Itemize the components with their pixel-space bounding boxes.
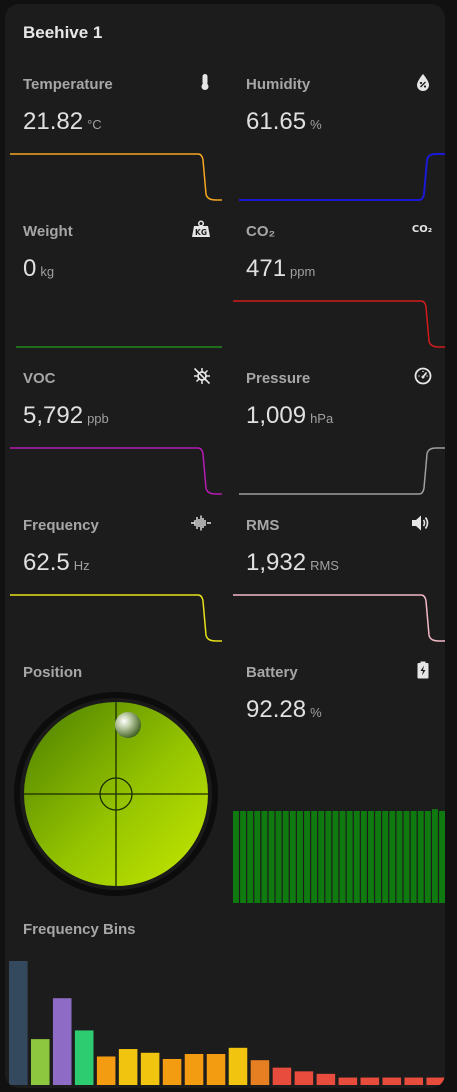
tile-name: Position	[23, 664, 83, 681]
frequency-bin-bar	[316, 1073, 336, 1085]
frequency-bin-bar	[162, 1058, 182, 1085]
tile-name: Humidity	[246, 76, 311, 93]
battery-history-bar	[403, 811, 410, 903]
battery-history-bar	[233, 811, 239, 903]
frequency-bin-bar	[118, 1049, 138, 1085]
frequency-bin-bar	[30, 1039, 50, 1085]
frequency-bin-bar	[74, 1030, 94, 1085]
tile-value: 1,009 hPa	[246, 402, 334, 429]
tile-name: CO₂	[246, 223, 276, 240]
frequency-bin-bar	[96, 1056, 116, 1085]
battery-history-bar	[353, 811, 360, 903]
pressure-tile[interactable]: Pressure 1,009 hPa	[233, 298, 445, 495]
temperature-tile[interactable]: Temperature 21.82 °C	[10, 4, 222, 201]
co2-tile[interactable]: CO₂ CO₂ 471 ppm	[233, 151, 445, 348]
frequency-bin-bar	[250, 1060, 270, 1085]
battery-history-bar	[389, 811, 396, 903]
battery-history-bar	[410, 811, 417, 903]
battery-history-bar	[282, 811, 289, 903]
frequency-bins-title: Frequency Bins	[23, 921, 136, 938]
battery-charging-icon	[413, 660, 433, 680]
tile-value: 21.82 °C	[23, 108, 102, 135]
battery-history-bar	[275, 811, 282, 903]
tile-value: 61.65%	[246, 108, 322, 135]
beehive-card: Beehive 1 Temperature 21.82 °C Humidity 6…	[5, 4, 445, 1088]
battery-history-bar	[332, 811, 339, 903]
weight-kilogram-icon: KG	[191, 219, 211, 239]
frequency-bin-bar	[52, 998, 72, 1085]
frequency-bins-chart	[9, 961, 445, 1085]
tile-name: VOC	[23, 370, 56, 387]
tile-name: Pressure	[246, 370, 311, 387]
battery-tile[interactable]: Battery 92.28%	[233, 592, 445, 912]
battery-history-bar	[325, 811, 332, 903]
tile-name: Frequency	[23, 517, 99, 534]
rms-tile[interactable]: RMS 1,932 RMS	[233, 445, 445, 642]
tile-value: 0 kg	[23, 255, 55, 282]
battery-history-bar	[296, 811, 303, 903]
virus-off-icon	[192, 366, 212, 386]
gauge-icon	[413, 366, 433, 386]
tile-name: Temperature	[23, 76, 113, 93]
battery-history-bar	[424, 811, 431, 903]
battery-history-bar	[439, 811, 445, 903]
battery-history-bar	[339, 811, 346, 903]
frequency-bin-bar	[206, 1054, 226, 1085]
tile-value: 471 ppm	[246, 255, 316, 282]
position-tile[interactable]: Position	[10, 592, 222, 912]
frequency-bin-bar	[228, 1047, 248, 1085]
thermometer-icon	[195, 72, 215, 92]
battery-history-bar	[368, 811, 374, 903]
voc-tile[interactable]: VOC 5,792 ppb	[10, 298, 222, 495]
tile-value: 5,792 ppb	[23, 402, 109, 429]
battery-history-bar	[311, 811, 318, 903]
battery-history-bar	[382, 811, 389, 903]
battery-history-bars	[233, 809, 445, 903]
frequency-bin-bar	[360, 1077, 380, 1085]
battery-history-bar	[318, 811, 325, 903]
frequency-bin-bar	[294, 1071, 314, 1085]
waveform-icon	[191, 513, 211, 533]
frequency-tile[interactable]: Frequency 62.5 Hz	[10, 445, 222, 642]
molecule-co2-icon: CO₂	[411, 223, 433, 235]
frequency-bin-bar	[140, 1052, 160, 1085]
frequency-bin-bar	[426, 1077, 445, 1085]
frequency-bin-bar	[338, 1077, 358, 1085]
frequency-bin-bar	[272, 1067, 292, 1085]
battery-history-bar	[375, 811, 382, 903]
battery-history-bar	[289, 811, 296, 903]
battery-history-bar	[247, 811, 254, 903]
battery-history-bar	[396, 811, 403, 903]
frequency-bin-bar	[9, 961, 28, 1085]
humidity-tile[interactable]: Humidity 61.65%	[233, 4, 445, 201]
tile-value: 92.28%	[246, 696, 322, 723]
battery-history-bar	[417, 811, 424, 903]
battery-history-bar	[431, 809, 438, 903]
volume-high-icon	[411, 513, 431, 533]
battery-history-bar	[304, 811, 310, 903]
bubble-level	[14, 692, 218, 896]
tile-name: Battery	[246, 664, 298, 681]
svg-text:KG: KG	[195, 228, 207, 237]
weight-tile[interactable]: Weight KG 0 kg	[10, 151, 222, 348]
frequency-bin-bar	[382, 1077, 402, 1085]
battery-history-bar	[346, 811, 353, 903]
tile-name: Weight	[23, 223, 73, 240]
tile-name: RMS	[246, 517, 280, 534]
battery-history-bar	[254, 811, 261, 903]
battery-history-bar	[261, 811, 268, 903]
level-bubble	[115, 712, 141, 738]
frequency-bin-bar	[404, 1077, 424, 1085]
tile-value: 1,932 RMS	[246, 549, 339, 576]
frequency-bin-bar	[184, 1054, 204, 1085]
tile-value: 62.5 Hz	[23, 549, 90, 576]
battery-history-bar	[360, 811, 367, 903]
battery-history-bar	[268, 811, 275, 903]
water-percent-icon	[413, 72, 433, 92]
battery-history-bar	[240, 811, 247, 903]
